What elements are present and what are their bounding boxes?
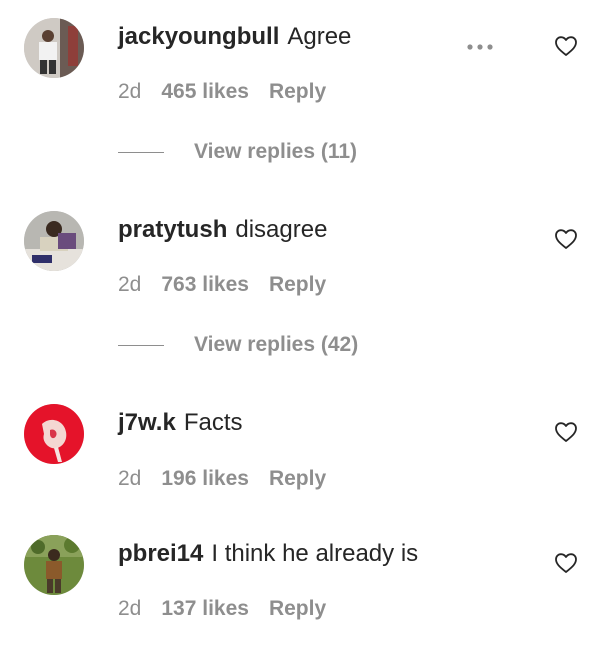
likes-count[interactable]: 196 likes bbox=[161, 467, 249, 490]
reply-button[interactable]: Reply bbox=[269, 273, 326, 296]
comment-text: disagree bbox=[235, 216, 328, 243]
comment-age: 2d bbox=[118, 273, 142, 296]
reply-button[interactable]: Reply bbox=[269, 597, 326, 620]
avatar[interactable] bbox=[24, 535, 84, 595]
heart-outline-icon[interactable] bbox=[554, 227, 578, 251]
view-replies-button[interactable]: View replies (42) bbox=[118, 333, 358, 361]
username-link[interactable]: pbrei14 bbox=[118, 540, 203, 567]
view-replies-label: View replies (42) bbox=[194, 333, 359, 356]
avatar[interactable] bbox=[24, 404, 84, 464]
comment-text: Agree bbox=[287, 23, 352, 50]
comment-meta: 2d 763 likes Reply bbox=[118, 272, 346, 298]
heart-outline-icon[interactable] bbox=[554, 551, 578, 575]
reply-button[interactable]: Reply bbox=[269, 80, 326, 103]
likes-count[interactable]: 465 likes bbox=[161, 80, 249, 103]
heart-outline-icon[interactable] bbox=[554, 34, 578, 58]
avatar[interactable] bbox=[24, 211, 84, 271]
heart-outline-icon[interactable] bbox=[554, 420, 578, 444]
comment-age: 2d bbox=[118, 597, 142, 620]
avatar[interactable] bbox=[24, 18, 84, 78]
comment-body: pratytush disagree bbox=[118, 215, 327, 245]
comment-text: I think he already is bbox=[211, 540, 419, 567]
comment-text: Facts bbox=[183, 409, 243, 436]
replies-divider bbox=[118, 344, 164, 346]
comment-meta: 2d 465 likes Reply bbox=[118, 79, 346, 105]
more-options-icon[interactable] bbox=[466, 42, 494, 52]
comment-body: j7w.k Facts bbox=[118, 408, 243, 438]
replies-divider bbox=[118, 151, 164, 153]
comment-meta: 2d 137 likes Reply bbox=[118, 596, 346, 622]
comment-age: 2d bbox=[118, 467, 142, 490]
reply-button[interactable]: Reply bbox=[269, 467, 326, 490]
view-replies-button[interactable]: View replies (11) bbox=[118, 140, 357, 168]
username-link[interactable]: j7w.k bbox=[118, 409, 176, 436]
view-replies-label: View replies (11) bbox=[194, 140, 358, 163]
comment-body: jackyoungbull Agree bbox=[118, 22, 351, 52]
comment-meta: 2d 196 likes Reply bbox=[118, 466, 346, 492]
comment-age: 2d bbox=[118, 80, 142, 103]
likes-count[interactable]: 763 likes bbox=[161, 273, 249, 296]
likes-count[interactable]: 137 likes bbox=[161, 597, 249, 620]
username-link[interactable]: pratytush bbox=[118, 216, 227, 243]
username-link[interactable]: jackyoungbull bbox=[118, 23, 279, 50]
comment-body: pbrei14 I think he already is bbox=[118, 539, 418, 569]
